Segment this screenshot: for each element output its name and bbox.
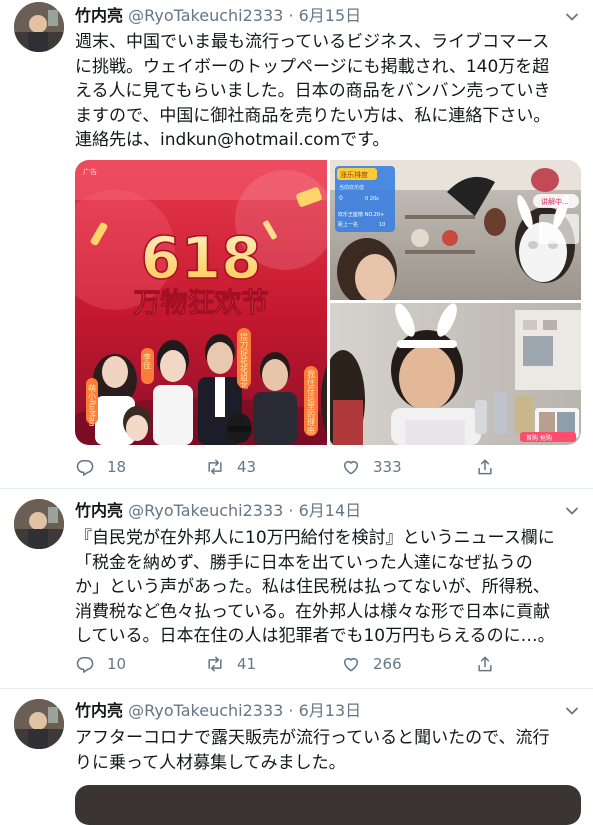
tweet-actions: 18 43 333 (75, 455, 515, 479)
tweet[interactable]: 竹内亮 @RyoTakeuchi2333 · 6月15日 週末、中国でいま最も流… (0, 0, 593, 489)
tweet-text-line: 消費税など色々払っている。在外邦人は様々な形で日本に貢献 (75, 601, 551, 622)
banner-title: 万物狂欢节 (134, 288, 269, 319)
retweet-count: 41 (237, 655, 257, 673)
caret-down-icon[interactable] (565, 10, 579, 24)
live-panel-badge: 0 20s (365, 196, 379, 202)
like-icon (344, 461, 358, 475)
tweet-text-line: 週末、中国でいま最も流行っているビジネス、ライブコマース (75, 32, 550, 52)
tweet-text: 週末、中国でいま最も流行っているビジネス、ライブコマース に挑戦。ウェイボーのト… (75, 30, 583, 153)
share-icon (478, 459, 492, 475)
live-panel-sub: 当前欢乐值 (339, 184, 364, 191)
tweet[interactable]: 竹内亮 @RyoTakeuchi2333 · 6月13日 アフターコロナで露天販… (0, 689, 593, 825)
tweet-actions: 10 41 266 (75, 652, 515, 676)
tweet-date[interactable]: 6月15日 (299, 6, 362, 25)
retweet-icon (208, 656, 222, 672)
poster-name: 李佳 (143, 352, 152, 369)
separator-dot: · (288, 6, 294, 25)
tweet-date[interactable]: 6月14日 (299, 501, 362, 520)
separator-dot: · (288, 501, 294, 520)
reply-button[interactable]: 10 (75, 652, 126, 676)
author-name[interactable]: 竹内亮 (75, 501, 123, 520)
author-handle[interactable]: @RyoTakeuchi2333 (128, 701, 283, 720)
reply-count: 18 (107, 458, 127, 476)
author-handle[interactable]: @RyoTakeuchi2333 (128, 6, 283, 25)
like-button[interactable]: 333 (341, 455, 402, 479)
retweet-count: 43 (237, 458, 257, 476)
share-icon (478, 656, 492, 672)
banner-image: 萌小RoMaa 李佳 提刀捉花花姐北 我住在这里的理由 广告 618 万物狂欢节 (75, 160, 341, 445)
poster-name: 提刀捉花花姐北 (240, 332, 249, 390)
media-grid[interactable]: 萌小RoMaa 李佳 提刀捉花花姐北 我住在这里的理由 广告 618 万物狂欢节 (75, 160, 581, 445)
media-images: 萌小RoMaa 李佳 提刀捉花花姐北 我住在这里的理由 广告 618 万物狂欢节 (75, 160, 581, 445)
caret-down-icon[interactable] (565, 504, 579, 518)
live-tag: 讲解中... (541, 197, 569, 206)
like-button[interactable]: 266 (341, 652, 402, 676)
tweet-header: 竹内亮 @RyoTakeuchi2333 · 6月15日 (75, 5, 361, 27)
like-count: 333 (373, 458, 402, 476)
author-name[interactable]: 竹内亮 (75, 701, 123, 720)
avatar[interactable] (14, 699, 64, 749)
reply-count: 10 (107, 655, 127, 673)
live-panel-title: 涨乐排度 (340, 170, 368, 179)
poster-name: 萌小RoMaa (88, 383, 97, 427)
separator-dot: · (288, 701, 294, 720)
tweet-text-line: アフターコロナで露天販売が流行っていると聞いたので、流行 (75, 728, 550, 748)
author-name[interactable]: 竹内亮 (75, 6, 123, 25)
media-preview[interactable] (75, 785, 581, 825)
retweet-icon (208, 459, 222, 475)
share-button[interactable] (475, 455, 495, 479)
live-panel-row1: 欢乐王座榜 NO.20+ (338, 211, 384, 218)
livestream-image-bottom: 首购 抢购 (321, 303, 581, 445)
avatar[interactable] (14, 2, 64, 52)
tweet-header: 竹内亮 @RyoTakeuchi2333 · 6月13日 (75, 700, 361, 722)
ad-label: 广告 (83, 167, 97, 176)
caret-down-icon[interactable] (565, 704, 579, 718)
tweet-text-line: 「税金を納めず、勝手に日本を出ていった人達になぜ払うの (75, 552, 533, 573)
like-icon (344, 658, 358, 672)
poster-name: 我住在这里的理由 (307, 369, 316, 435)
tweet-text-line: している。日本在住の人は犯罪者でも10万円もらえるのに…。 (75, 626, 555, 646)
tweet-text-line: 『自民党が在外邦人に10万円給付を検討』というニュース欄に (75, 528, 555, 548)
tweet-text-line: える人に見てもらいました。日本の商品をバンバン売っていき (75, 81, 551, 101)
banner-number: 618 (140, 224, 261, 292)
like-count: 266 (373, 655, 402, 673)
livestream-image-top: 涨乐排度 当前欢乐值 0 0 20s 欢乐王座榜 NO.20+ 距上一名 10 … (330, 160, 581, 306)
retweet-button[interactable]: 41 (205, 652, 256, 676)
tweet-text-line: 連絡先は、indkun@hotmail.comです。 (75, 130, 390, 150)
retweet-button[interactable]: 43 (205, 455, 256, 479)
tweet[interactable]: 竹内亮 @RyoTakeuchi2333 · 6月14日 『自民党が在外邦人に1… (0, 489, 593, 689)
tweet-text: アフターコロナで露天販売が流行っていると聞いたので、流行 りに乗って人材募集して… (75, 726, 583, 775)
live-panel-val2: 10 (379, 222, 385, 228)
tweet-text: 『自民党が在外邦人に10万円給付を検討』というニュース欄に 「税金を納めず、勝手… (75, 526, 583, 649)
live-panel-val1: 0 (339, 195, 343, 202)
live-buy-button: 首购 抢购 (526, 434, 552, 442)
reply-button[interactable]: 18 (75, 455, 126, 479)
tweet-header: 竹内亮 @RyoTakeuchi2333 · 6月14日 (75, 500, 361, 522)
tweet-date[interactable]: 6月13日 (299, 701, 362, 720)
tweet-text-line: ますので、中国に御社商品を売りたい方は、私に連絡下さい。 (75, 105, 551, 126)
live-panel-row2: 距上一名 (338, 221, 358, 228)
avatar[interactable] (14, 499, 64, 549)
tweet-text-line: に挑戦。ウェイボーのトップページにも掲載され、140万を超 (75, 56, 550, 77)
share-button[interactable] (475, 652, 495, 676)
tweet-text-line: りに乗って人材募集してみました。 (75, 752, 346, 773)
reply-icon (76, 656, 94, 673)
tweet-text-line: か」という声があった。私は住民税は払ってないが、所得税、 (75, 577, 550, 597)
author-handle[interactable]: @RyoTakeuchi2333 (128, 501, 283, 520)
reply-icon (76, 459, 94, 476)
